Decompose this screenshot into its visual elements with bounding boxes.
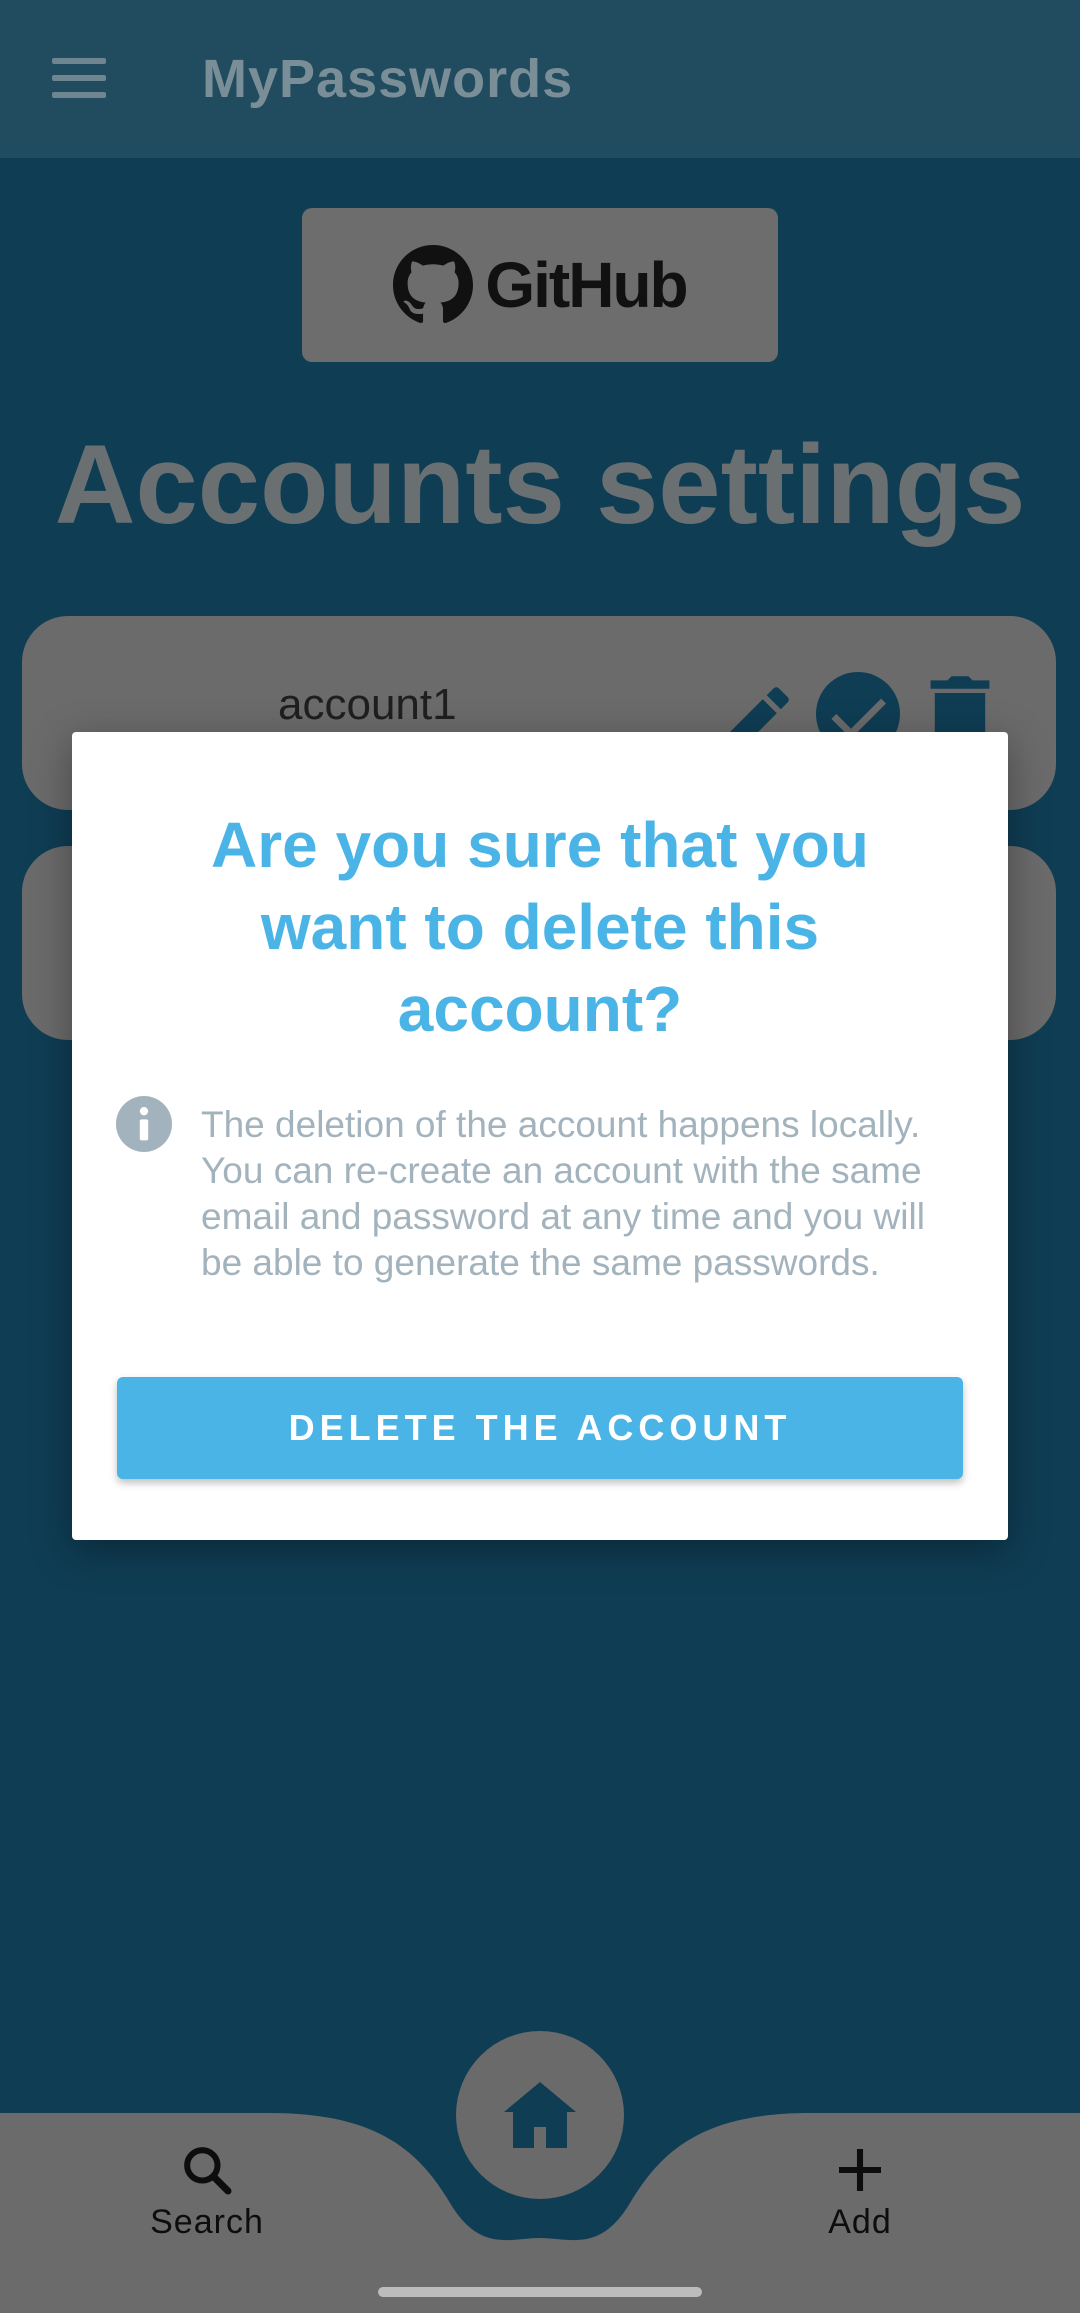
plus-icon (839, 2149, 881, 2191)
delete-account-button[interactable]: DELETE THE ACCOUNT (117, 1377, 963, 1479)
github-logo-icon (393, 245, 474, 324)
account-name: account1 (278, 680, 457, 729)
delete-confirmation-dialog: Are you sure that you want to delete thi… (72, 732, 1008, 1540)
github-label: GitHub (485, 249, 688, 321)
hamburger-menu-icon[interactable] (52, 58, 106, 98)
gesture-handle[interactable] (378, 2287, 702, 2297)
home-icon (504, 2082, 576, 2148)
page-title: Accounts settings (54, 422, 1026, 547)
search-label: Search (150, 2203, 264, 2241)
add-label: Add (828, 2203, 892, 2241)
app-title: MyPasswords (202, 49, 574, 109)
dialog-message: The deletion of the account happens loca… (201, 1104, 925, 1283)
nav-search[interactable]: Search (132, 2142, 282, 2242)
app-bar: MyPasswords (0, 0, 1080, 158)
github-button[interactable]: GitHub (302, 208, 778, 362)
dialog-title: Are you sure that you want to delete thi… (211, 809, 869, 1045)
nav-add[interactable]: Add (800, 2142, 920, 2242)
search-icon (184, 2147, 232, 2195)
home-button[interactable] (456, 2031, 624, 2199)
info-circle-icon (116, 1096, 172, 1152)
